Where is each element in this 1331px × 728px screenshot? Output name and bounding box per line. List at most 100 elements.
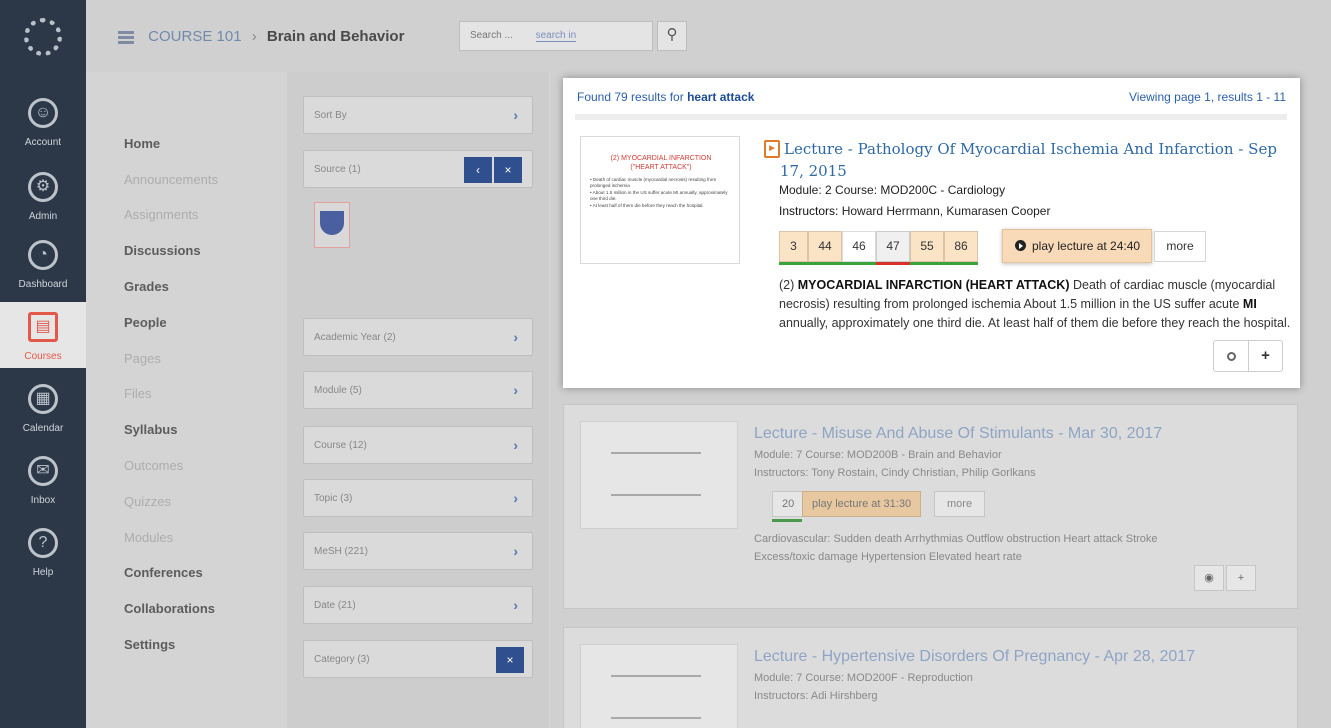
facet-label: Category (3): [314, 654, 370, 665]
slide-thumbnail[interactable]: [580, 421, 738, 529]
facet-label: Topic (3): [314, 493, 353, 504]
lecture-title-line[interactable]: 17, 2015: [780, 160, 847, 182]
search-input[interactable]: Search ... search in: [459, 21, 653, 51]
global-nav-label: Calendar: [22, 423, 64, 434]
facet-clear-button[interactable]: ×: [494, 157, 522, 183]
slide-bullet: • At least half of them die before they …: [590, 203, 704, 208]
play-lecture-button[interactable]: play lecture at 31:30: [802, 491, 922, 517]
facet-label: Module (5): [314, 385, 362, 396]
facet-item[interactable]: Topic (3) ›: [303, 479, 533, 517]
segment-indicator: [808, 262, 842, 265]
slide-title-line: (2) MYOCARDIAL INFARCTION: [610, 155, 712, 162]
timestamp-segment[interactable]: 3: [779, 231, 808, 265]
course-nav-item[interactable]: Modules: [124, 530, 173, 545]
global-nav-calendar[interactable]: ▦ Calendar: [0, 374, 86, 440]
global-nav-inbox[interactable]: ✉ Inbox: [0, 446, 86, 512]
timestamp-segment[interactable]: 47: [876, 231, 910, 265]
global-nav-courses[interactable]: ▤ Courses: [0, 302, 86, 368]
timestamp-segment[interactable]: 44: [808, 231, 842, 265]
course-nav-item[interactable]: Home: [124, 136, 160, 151]
facet-button-group: ‹ ×: [462, 157, 522, 183]
course-nav-item[interactable]: Files: [124, 386, 151, 401]
search-icon: ⚲: [666, 26, 678, 43]
search-scope-dropdown[interactable]: search in: [535, 30, 577, 42]
play-lecture-button[interactable]: play lecture at 24:40: [1002, 229, 1152, 263]
close-icon[interactable]: ×: [496, 647, 524, 673]
slide-thumbnail[interactable]: [580, 644, 738, 728]
lecture-title-link[interactable]: Lecture - Hypertensive Disorders Of Preg…: [754, 648, 1195, 666]
facet-label: Sort By: [314, 110, 347, 121]
facet-sort-by[interactable]: Sort By ›: [303, 96, 533, 134]
lecture-title-link[interactable]: Lecture - Pathology Of Myocardial Ischem…: [780, 138, 1284, 180]
timestamp-segment[interactable]: 20: [772, 491, 805, 517]
result-card[interactable]: Lecture - Hypertensive Disorders Of Preg…: [563, 627, 1298, 728]
course-nav-item[interactable]: Quizzes: [124, 494, 171, 509]
course-nav-item[interactable]: Grades: [124, 279, 169, 294]
course-nav-item[interactable]: Pages: [124, 351, 161, 366]
global-nav-admin[interactable]: ⚙ Admin: [0, 162, 86, 228]
facet-item[interactable]: Course (12) ›: [303, 426, 533, 464]
course-nav-item[interactable]: Collaborations: [124, 601, 215, 616]
slide-title-line: ("HEART ATTACK"): [630, 164, 692, 171]
segment-indicator: [876, 262, 910, 265]
results-count-text: Found 79 results for: [577, 90, 684, 104]
add-button[interactable]: +: [1248, 341, 1282, 371]
facet-item[interactable]: Category (3) ×: [303, 640, 533, 678]
divider: [575, 114, 1287, 120]
breadcrumb-course-link[interactable]: COURSE 101: [148, 28, 241, 45]
lecture-title-link[interactable]: Lecture - Misuse And Abuse Of Stimulants…: [754, 425, 1162, 443]
segment-label: 86: [954, 239, 968, 253]
course-nav: Home Announcements Assignments Discussions G…: [86, 72, 286, 728]
preview-button[interactable]: [1214, 341, 1248, 371]
global-nav-dashboard[interactable]: ◔ Dashboard: [0, 230, 86, 296]
snippet-text: (2): [779, 278, 795, 292]
course-nav-item[interactable]: Syllabus: [124, 422, 177, 437]
help-icon: ?: [28, 528, 58, 558]
breadcrumb: COURSE 101 › Brain and Behavior: [118, 28, 404, 45]
global-nav-label: Admin: [28, 211, 58, 222]
facet-item[interactable]: Academic Year (2) ›: [303, 318, 533, 356]
chevron-right-icon: ›: [513, 543, 518, 559]
timestamp-segment[interactable]: 46: [842, 231, 876, 265]
more-button[interactable]: more: [1154, 231, 1206, 262]
facet-label: MeSH (221): [314, 546, 368, 557]
global-nav-account[interactable]: ☺ Account: [0, 88, 86, 154]
facet-invert-button[interactable]: ‹: [464, 157, 492, 183]
segment-indicator: [779, 262, 808, 265]
facet-label: Date (21): [314, 600, 356, 611]
facet-source[interactable]: Source (1) ‹ ×: [303, 150, 533, 188]
slide-thumbnail[interactable]: (2) MYOCARDIAL INFARCTION ("HEART ATTACK…: [580, 136, 740, 264]
play-label: play lecture at 24:40: [1032, 239, 1141, 253]
hamburger-menu-icon[interactable]: [118, 30, 134, 44]
account-icon: ☺: [28, 98, 58, 128]
segment-label: 47: [886, 239, 900, 253]
course-nav-item[interactable]: Assignments: [124, 207, 198, 222]
logo-icon[interactable]: [24, 18, 62, 56]
course-nav-item[interactable]: Outcomes: [124, 458, 183, 473]
preview-button[interactable]: ◉: [1194, 565, 1224, 591]
result-card[interactable]: Lecture - Misuse And Abuse Of Stimulants…: [563, 404, 1298, 609]
course-nav-item[interactable]: Announcements: [124, 172, 218, 187]
facet-item[interactable]: Module (5) ›: [303, 371, 533, 409]
timestamp-segment[interactable]: 55: [910, 231, 944, 265]
global-nav-help[interactable]: ? Help: [0, 518, 86, 584]
source-logo-icon[interactable]: [314, 202, 350, 248]
search-button[interactable]: ⚲: [657, 21, 687, 51]
search-result-popup: Found 79 results for heart attack Viewin…: [563, 78, 1300, 388]
inbox-icon: ✉: [28, 456, 58, 486]
course-nav-item[interactable]: Discussions: [124, 243, 201, 258]
course-nav-item[interactable]: People: [124, 315, 167, 330]
lecture-title-line[interactable]: Lecture - Pathology Of Myocardial Ischem…: [784, 138, 1284, 160]
course-nav-item[interactable]: Conferences: [124, 565, 203, 580]
add-button[interactable]: +: [1226, 565, 1256, 591]
global-nav-label: Inbox: [30, 495, 56, 506]
slide-bullet: • Death of cardiac muscle (myocardial ne…: [590, 177, 717, 188]
more-button[interactable]: more: [934, 491, 986, 517]
chevron-right-icon: ›: [513, 597, 518, 613]
facet-item[interactable]: MeSH (221) ›: [303, 532, 533, 570]
facet-item[interactable]: Date (21) ›: [303, 586, 533, 624]
timestamp-segment[interactable]: 86: [944, 231, 978, 265]
instructors-names: Howard Herrmann, Kumarasen Cooper: [841, 204, 1051, 218]
course-nav-item[interactable]: Settings: [124, 637, 175, 652]
segment-label: 3: [790, 239, 797, 253]
